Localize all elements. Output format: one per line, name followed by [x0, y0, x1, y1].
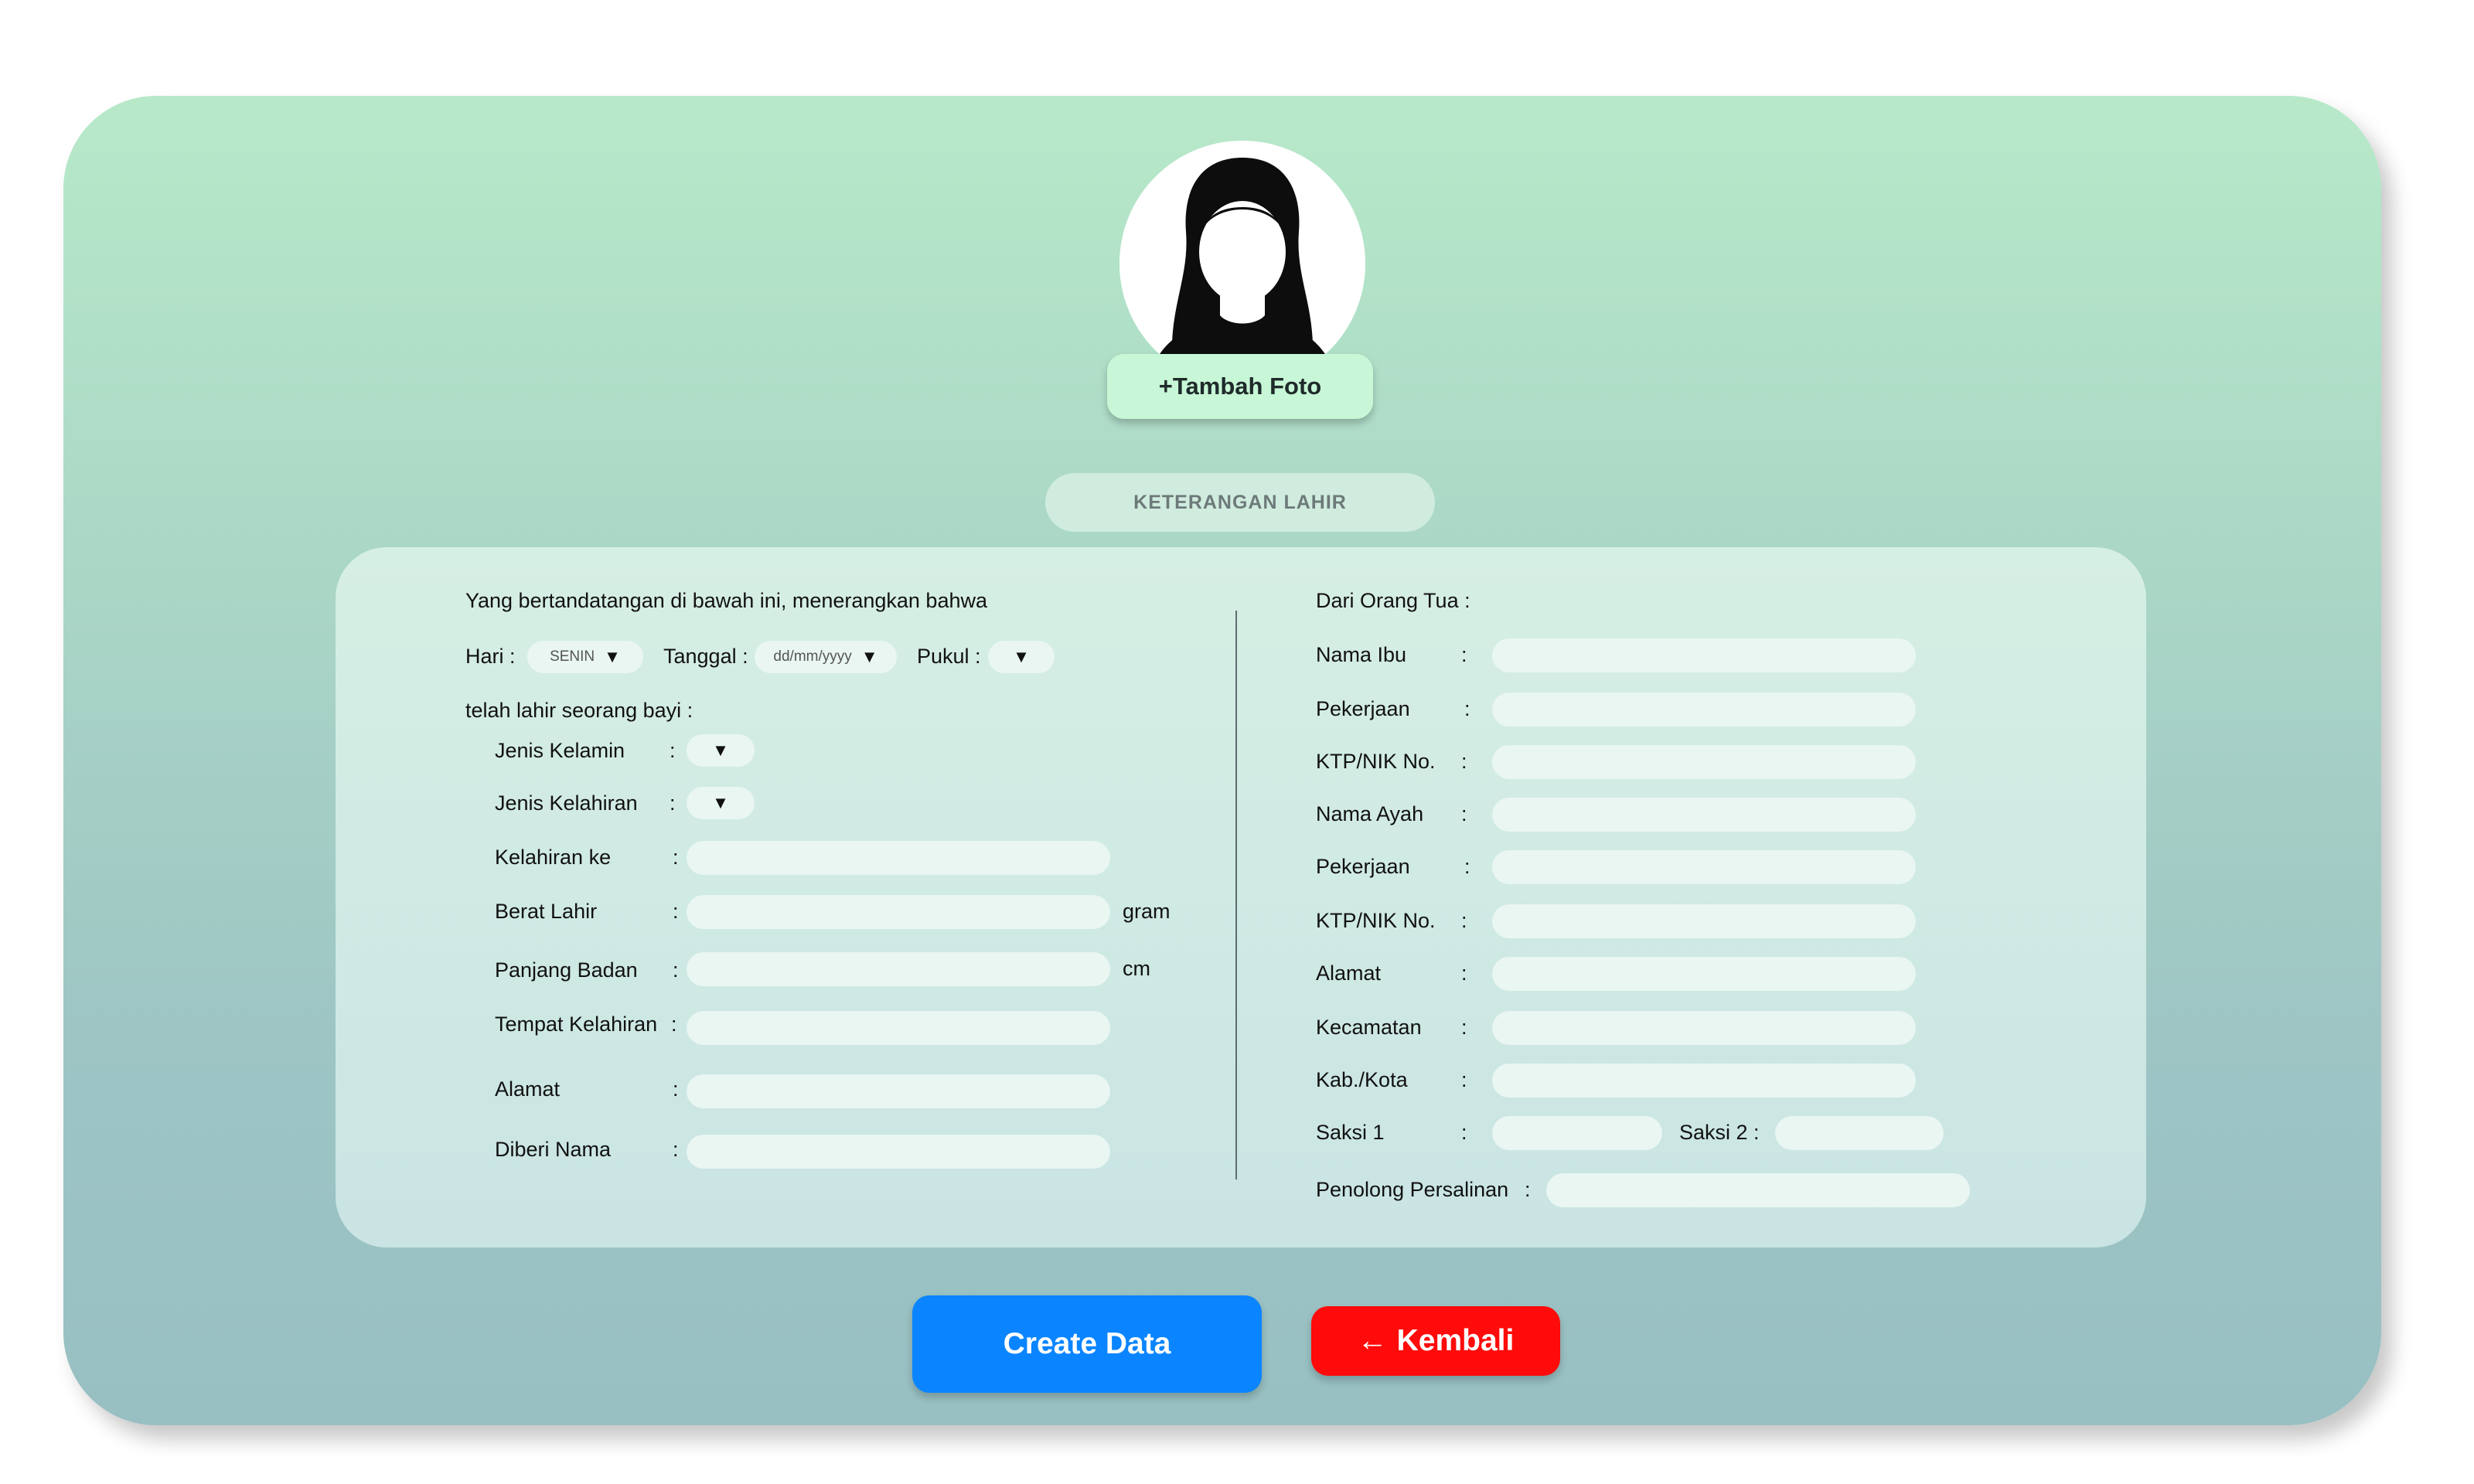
- alamat-label: Alamat: [495, 1077, 561, 1101]
- ktp-ayah-input[interactable]: [1492, 904, 1916, 938]
- colon: :: [1464, 855, 1470, 878]
- jenis-kelahiran-label: Jenis Kelahiran: [495, 791, 638, 815]
- hari-value: SENIN: [550, 648, 595, 665]
- female-avatar-icon[interactable]: [1119, 141, 1365, 386]
- born-text: telah lahir seorang bayi :: [465, 699, 693, 722]
- berat-lahir-label: Berat Lahir: [495, 900, 598, 923]
- nama-ibu-label: Nama Ibu: [1316, 643, 1407, 666]
- jenis-kelamin-label: Jenis Kelamin: [495, 739, 625, 762]
- tanggal-label: Tanggal :: [663, 645, 748, 668]
- pekerjaan-ibu-label: Pekerjaan: [1316, 697, 1410, 720]
- colon: :: [1461, 962, 1467, 985]
- tempat-kelahiran-input[interactable]: [687, 1011, 1110, 1045]
- tempat-kelahiran-label: Tempat Kelahiran: [495, 1013, 658, 1036]
- colon: :: [673, 958, 679, 982]
- saksi2-input[interactable]: [1775, 1116, 1944, 1150]
- colon: :: [1461, 643, 1467, 666]
- kelahiran-ke-label: Kelahiran ke: [495, 846, 612, 869]
- jenis-kelamin-select[interactable]: ▼: [687, 734, 755, 767]
- tanggal-placeholder: dd/mm/yyyy: [773, 648, 852, 665]
- back-button[interactable]: ← Kembali: [1311, 1306, 1560, 1376]
- saksi2-label: Saksi 2 :: [1679, 1121, 1760, 1144]
- cm-unit: cm: [1123, 957, 1150, 980]
- caret-down-icon: ▼: [604, 647, 621, 666]
- pukul-select[interactable]: ▼: [988, 641, 1055, 673]
- nama-ayah-label: Nama Ayah: [1316, 802, 1424, 825]
- colon: :: [1464, 697, 1470, 720]
- colon: :: [670, 739, 676, 762]
- colon: :: [1461, 1016, 1467, 1039]
- colon: :: [673, 846, 679, 869]
- nama-ibu-input[interactable]: [1492, 638, 1916, 672]
- back-button-label: Kembali: [1396, 1324, 1515, 1357]
- alamat-ortu-input[interactable]: [1492, 957, 1916, 991]
- colon: :: [1461, 1068, 1467, 1091]
- column-divider: [1235, 611, 1237, 1179]
- diberi-nama-input[interactable]: [687, 1135, 1110, 1169]
- create-data-button[interactable]: Create Data: [912, 1295, 1262, 1393]
- ktp-ibu-label: KTP/NIK No.: [1316, 750, 1436, 773]
- colon: :: [1461, 1121, 1467, 1144]
- colon: :: [1525, 1178, 1531, 1201]
- alamat-input[interactable]: [687, 1074, 1110, 1108]
- penolong-label: Penolong Persalinan: [1316, 1178, 1509, 1201]
- kelahiran-ke-input[interactable]: [687, 841, 1110, 875]
- caret-down-icon: ▼: [1013, 647, 1030, 666]
- caret-down-icon: ▼: [712, 740, 729, 760]
- saksi1-input[interactable]: [1492, 1116, 1662, 1150]
- colon: :: [670, 791, 676, 815]
- jenis-kelahiran-select[interactable]: ▼: [687, 787, 755, 819]
- kabkota-label: Kab./Kota: [1316, 1068, 1408, 1091]
- colon: :: [1461, 909, 1467, 932]
- ktp-ibu-input[interactable]: [1492, 745, 1916, 779]
- colon: :: [673, 1138, 679, 1161]
- berat-lahir-input[interactable]: [687, 895, 1110, 929]
- parents-heading: Dari Orang Tua :: [1316, 589, 1470, 612]
- saksi1-label: Saksi 1: [1316, 1121, 1385, 1144]
- kabkota-input[interactable]: [1492, 1064, 1916, 1098]
- colon: :: [1461, 802, 1467, 825]
- caret-down-icon: ▼: [860, 647, 878, 666]
- intro-text: Yang bertandatangan di bawah ini, menera…: [465, 589, 987, 612]
- alamat-ortu-label: Alamat: [1316, 962, 1382, 985]
- colon: :: [1461, 750, 1467, 773]
- pekerjaan-ayah-label: Pekerjaan: [1316, 855, 1410, 878]
- pekerjaan-ayah-input[interactable]: [1492, 850, 1916, 884]
- panjang-badan-input[interactable]: [687, 952, 1110, 986]
- colon: :: [671, 1013, 677, 1036]
- nama-ayah-input[interactable]: [1492, 798, 1916, 832]
- section-title: KETERANGAN LAHIR: [1045, 473, 1435, 532]
- ktp-ayah-label: KTP/NIK No.: [1316, 909, 1436, 932]
- penolong-input[interactable]: [1546, 1173, 1970, 1207]
- caret-down-icon: ▼: [712, 793, 729, 812]
- pukul-label: Pukul :: [917, 645, 981, 668]
- colon: :: [673, 900, 679, 923]
- hari-select[interactable]: SENIN ▼: [527, 641, 643, 673]
- kecamatan-label: Kecamatan: [1316, 1016, 1422, 1039]
- colon: :: [673, 1077, 679, 1101]
- kecamatan-input[interactable]: [1492, 1011, 1916, 1045]
- hari-label: Hari :: [465, 645, 516, 668]
- add-photo-button[interactable]: +Tambah Foto: [1107, 354, 1373, 419]
- panjang-badan-label: Panjang Badan: [495, 958, 638, 982]
- tanggal-input[interactable]: dd/mm/yyyy ▼: [755, 641, 897, 673]
- gram-unit: gram: [1123, 900, 1171, 923]
- arrow-left-icon: ←: [1357, 1324, 1388, 1357]
- diberi-nama-label: Diberi Nama: [495, 1138, 612, 1161]
- pekerjaan-ibu-input[interactable]: [1492, 693, 1916, 727]
